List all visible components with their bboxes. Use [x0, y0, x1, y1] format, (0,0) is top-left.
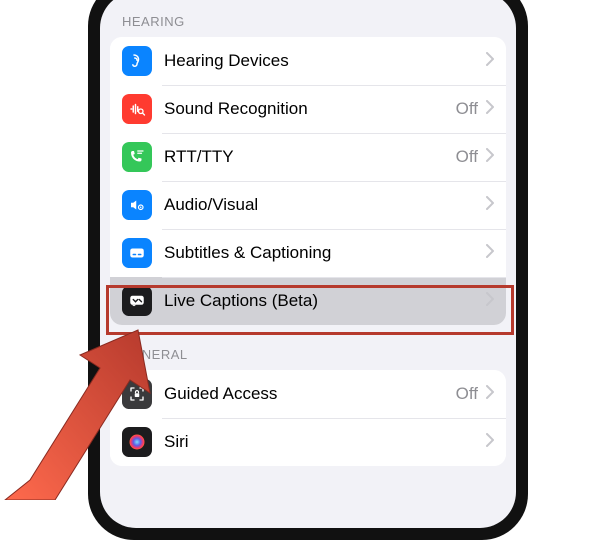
row-label: Sound Recognition — [164, 99, 456, 119]
row-label: Guided Access — [164, 384, 456, 404]
row-guided-access[interactable]: Guided Access Off — [110, 370, 506, 418]
row-value: Off — [456, 147, 478, 167]
row-audio-visual[interactable]: Audio/Visual — [110, 181, 506, 229]
captions-icon — [122, 238, 152, 268]
chevron-right-icon — [486, 292, 494, 311]
chevron-right-icon — [486, 148, 494, 167]
ear-icon — [122, 46, 152, 76]
lock-frame-icon — [122, 379, 152, 409]
phone-frame: HEARING Hearing Devices Sound Recognitio… — [88, 0, 528, 540]
row-label: Siri — [164, 432, 486, 452]
row-label: Audio/Visual — [164, 195, 486, 215]
group-hearing: Hearing Devices Sound Recognition Off RT… — [110, 37, 506, 325]
group-general: Guided Access Off — [110, 370, 506, 466]
row-subtitles-captioning[interactable]: Subtitles & Captioning — [110, 229, 506, 277]
row-label: RTT/TTY — [164, 147, 456, 167]
row-label: Subtitles & Captioning — [164, 243, 486, 263]
section-header-hearing: HEARING — [100, 0, 516, 37]
row-label: Live Captions (Beta) — [164, 291, 486, 311]
chevron-right-icon — [486, 52, 494, 71]
row-label: Hearing Devices — [164, 51, 486, 71]
chevron-right-icon — [486, 433, 494, 452]
row-hearing-devices[interactable]: Hearing Devices — [110, 37, 506, 85]
row-sound-recognition[interactable]: Sound Recognition Off — [110, 85, 506, 133]
settings-screen: HEARING Hearing Devices Sound Recognitio… — [100, 0, 516, 528]
row-live-captions[interactable]: Live Captions (Beta) — [110, 277, 506, 325]
section-header-general: GENERAL — [100, 325, 516, 370]
sound-search-icon — [122, 94, 152, 124]
live-captions-icon — [122, 286, 152, 316]
phone-text-icon — [122, 142, 152, 172]
chevron-right-icon — [486, 244, 494, 263]
row-siri[interactable]: Siri — [110, 418, 506, 466]
row-rtt-tty[interactable]: RTT/TTY Off — [110, 133, 506, 181]
row-value: Off — [456, 99, 478, 119]
speaker-eye-icon — [122, 190, 152, 220]
chevron-right-icon — [486, 196, 494, 215]
chevron-right-icon — [486, 385, 494, 404]
row-value: Off — [456, 384, 478, 404]
chevron-right-icon — [486, 100, 494, 119]
siri-icon — [122, 427, 152, 457]
